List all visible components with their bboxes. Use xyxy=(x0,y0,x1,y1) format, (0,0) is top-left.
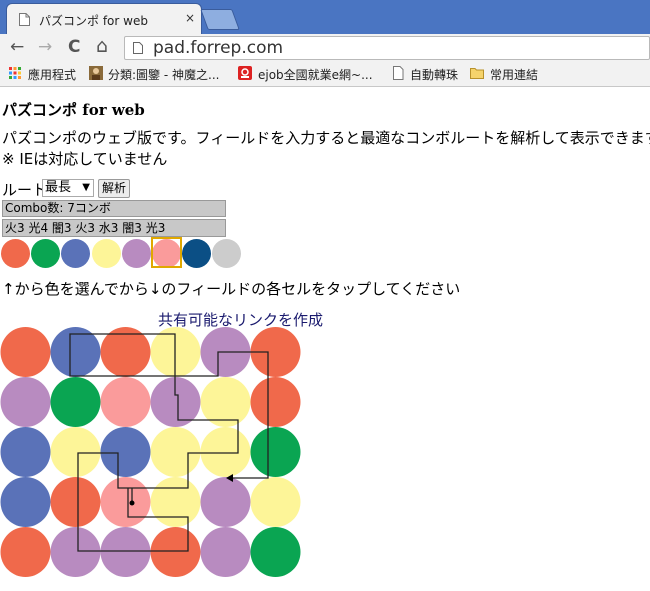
page-icon xyxy=(133,42,143,54)
page-description: パズコンポのウェブ版です。フィールドを入力すると最適なコンボルートを解析して表示… xyxy=(2,129,650,147)
page-icon xyxy=(393,66,404,80)
apps-icon[interactable] xyxy=(8,66,22,80)
board-cell-water-orb[interactable] xyxy=(0,477,51,527)
bookmark-tos-wiki[interactable]: 分類:圖鑒 - 神魔之... xyxy=(108,66,219,83)
board-cell-wood-orb[interactable] xyxy=(50,377,101,427)
palette-fire-orb[interactable] xyxy=(1,239,30,268)
page-content: パズコンポ for web パズコンポのウェブ版です。フィールドを入力すると最適… xyxy=(0,87,650,591)
combo-count: Combo数: 7コンボ xyxy=(2,200,226,217)
palette-water-orb[interactable] xyxy=(61,239,91,268)
avatar-icon xyxy=(89,66,103,80)
tab-title: パズコンポ for web xyxy=(39,14,148,28)
board-cell-dark-orb[interactable] xyxy=(50,527,101,577)
board-cell-dark-orb[interactable] xyxy=(100,527,151,577)
url-text: pad.forrep.com xyxy=(153,38,284,58)
board-cell-light-orb[interactable] xyxy=(200,427,251,477)
page-title: パズコンポ for web xyxy=(2,99,145,120)
bookmark-favorites-folder[interactable]: 常用連結 xyxy=(490,66,538,83)
solve-button[interactable]: 解析 xyxy=(98,179,130,198)
palette-dark-orb[interactable] xyxy=(121,239,151,268)
board-cell-fire-orb[interactable] xyxy=(50,477,101,527)
bookmark-apps[interactable]: 應用程式 xyxy=(28,66,76,83)
dropdown-arrow-icon: ▼ xyxy=(82,182,90,193)
route-label: ルート xyxy=(2,181,48,199)
page-title-main: パズコンポ xyxy=(2,101,78,119)
instruction-text: ↑から色を選んでから↓のフィールドの各セルをタップしてください xyxy=(2,280,461,298)
browser-toolbar: ← → C ⌂ pad.forrep.com xyxy=(0,34,650,62)
board-cell-water-orb[interactable] xyxy=(100,427,151,477)
close-icon[interactable]: × xyxy=(185,11,195,25)
board-cell-wood-orb[interactable] xyxy=(250,527,301,577)
board-cell-light-orb[interactable] xyxy=(250,477,301,527)
bookmarks-bar: 應用程式 分類:圖鑒 - 神魔之... ejob全國就業e網~... 自動轉珠 … xyxy=(0,62,650,87)
board-cell-heart-orb[interactable] xyxy=(100,377,151,427)
palette-empty-orb[interactable] xyxy=(212,239,242,268)
board-cell-dark-orb[interactable] xyxy=(0,377,51,427)
board-cell-wood-orb[interactable] xyxy=(250,427,301,477)
tab-strip: パズコンポ for web × xyxy=(0,0,650,34)
page-icon xyxy=(19,13,30,26)
board-cell-fire-orb[interactable] xyxy=(150,527,201,577)
board-cell-dark-orb[interactable] xyxy=(200,477,251,527)
folder-icon xyxy=(470,68,484,79)
ejob-icon xyxy=(238,66,252,80)
palette-jammer-orb[interactable] xyxy=(182,239,212,268)
board-cell-fire-orb[interactable] xyxy=(0,327,51,377)
bookmark-auto-puzzle[interactable]: 自動轉珠 xyxy=(410,66,458,83)
board-cell-light-orb[interactable] xyxy=(150,427,201,477)
route-select-value: 最長 xyxy=(45,180,72,195)
page-title-suffix: for web xyxy=(77,101,145,119)
browser-tab[interactable]: パズコンポ for web × xyxy=(6,3,202,34)
palette-selection-box xyxy=(151,237,182,268)
home-icon[interactable]: ⌂ xyxy=(96,35,108,57)
forward-arrow-icon[interactable]: → xyxy=(38,37,52,57)
reload-icon[interactable]: C xyxy=(68,37,80,57)
puzzle-board xyxy=(0,327,301,577)
board-cell-fire-orb[interactable] xyxy=(250,377,301,427)
palette-wood-orb[interactable] xyxy=(31,239,61,268)
board-cell-dark-orb[interactable] xyxy=(200,527,251,577)
board-cell-water-orb[interactable] xyxy=(0,427,51,477)
board-cell-fire-orb[interactable] xyxy=(0,527,51,577)
bookmark-ejob[interactable]: ejob全國就業e網~... xyxy=(258,66,373,83)
board-cell-heart-orb[interactable] xyxy=(100,477,151,527)
route-start-dot xyxy=(129,500,135,506)
new-tab-button[interactable] xyxy=(200,9,240,30)
board-cell-light-orb[interactable] xyxy=(50,427,101,477)
route-select[interactable]: 最長 ▼ xyxy=(42,179,94,197)
palette-light-orb[interactable] xyxy=(91,239,121,268)
back-arrow-icon[interactable]: ← xyxy=(10,37,24,57)
board-cell-light-orb[interactable] xyxy=(150,477,201,527)
ie-notice: ※ IEは対応していません xyxy=(2,150,168,168)
combo-detail: 火3 光4 闇3 火3 水3 闇3 光3 xyxy=(2,219,226,237)
address-bar[interactable]: pad.forrep.com xyxy=(124,36,650,60)
